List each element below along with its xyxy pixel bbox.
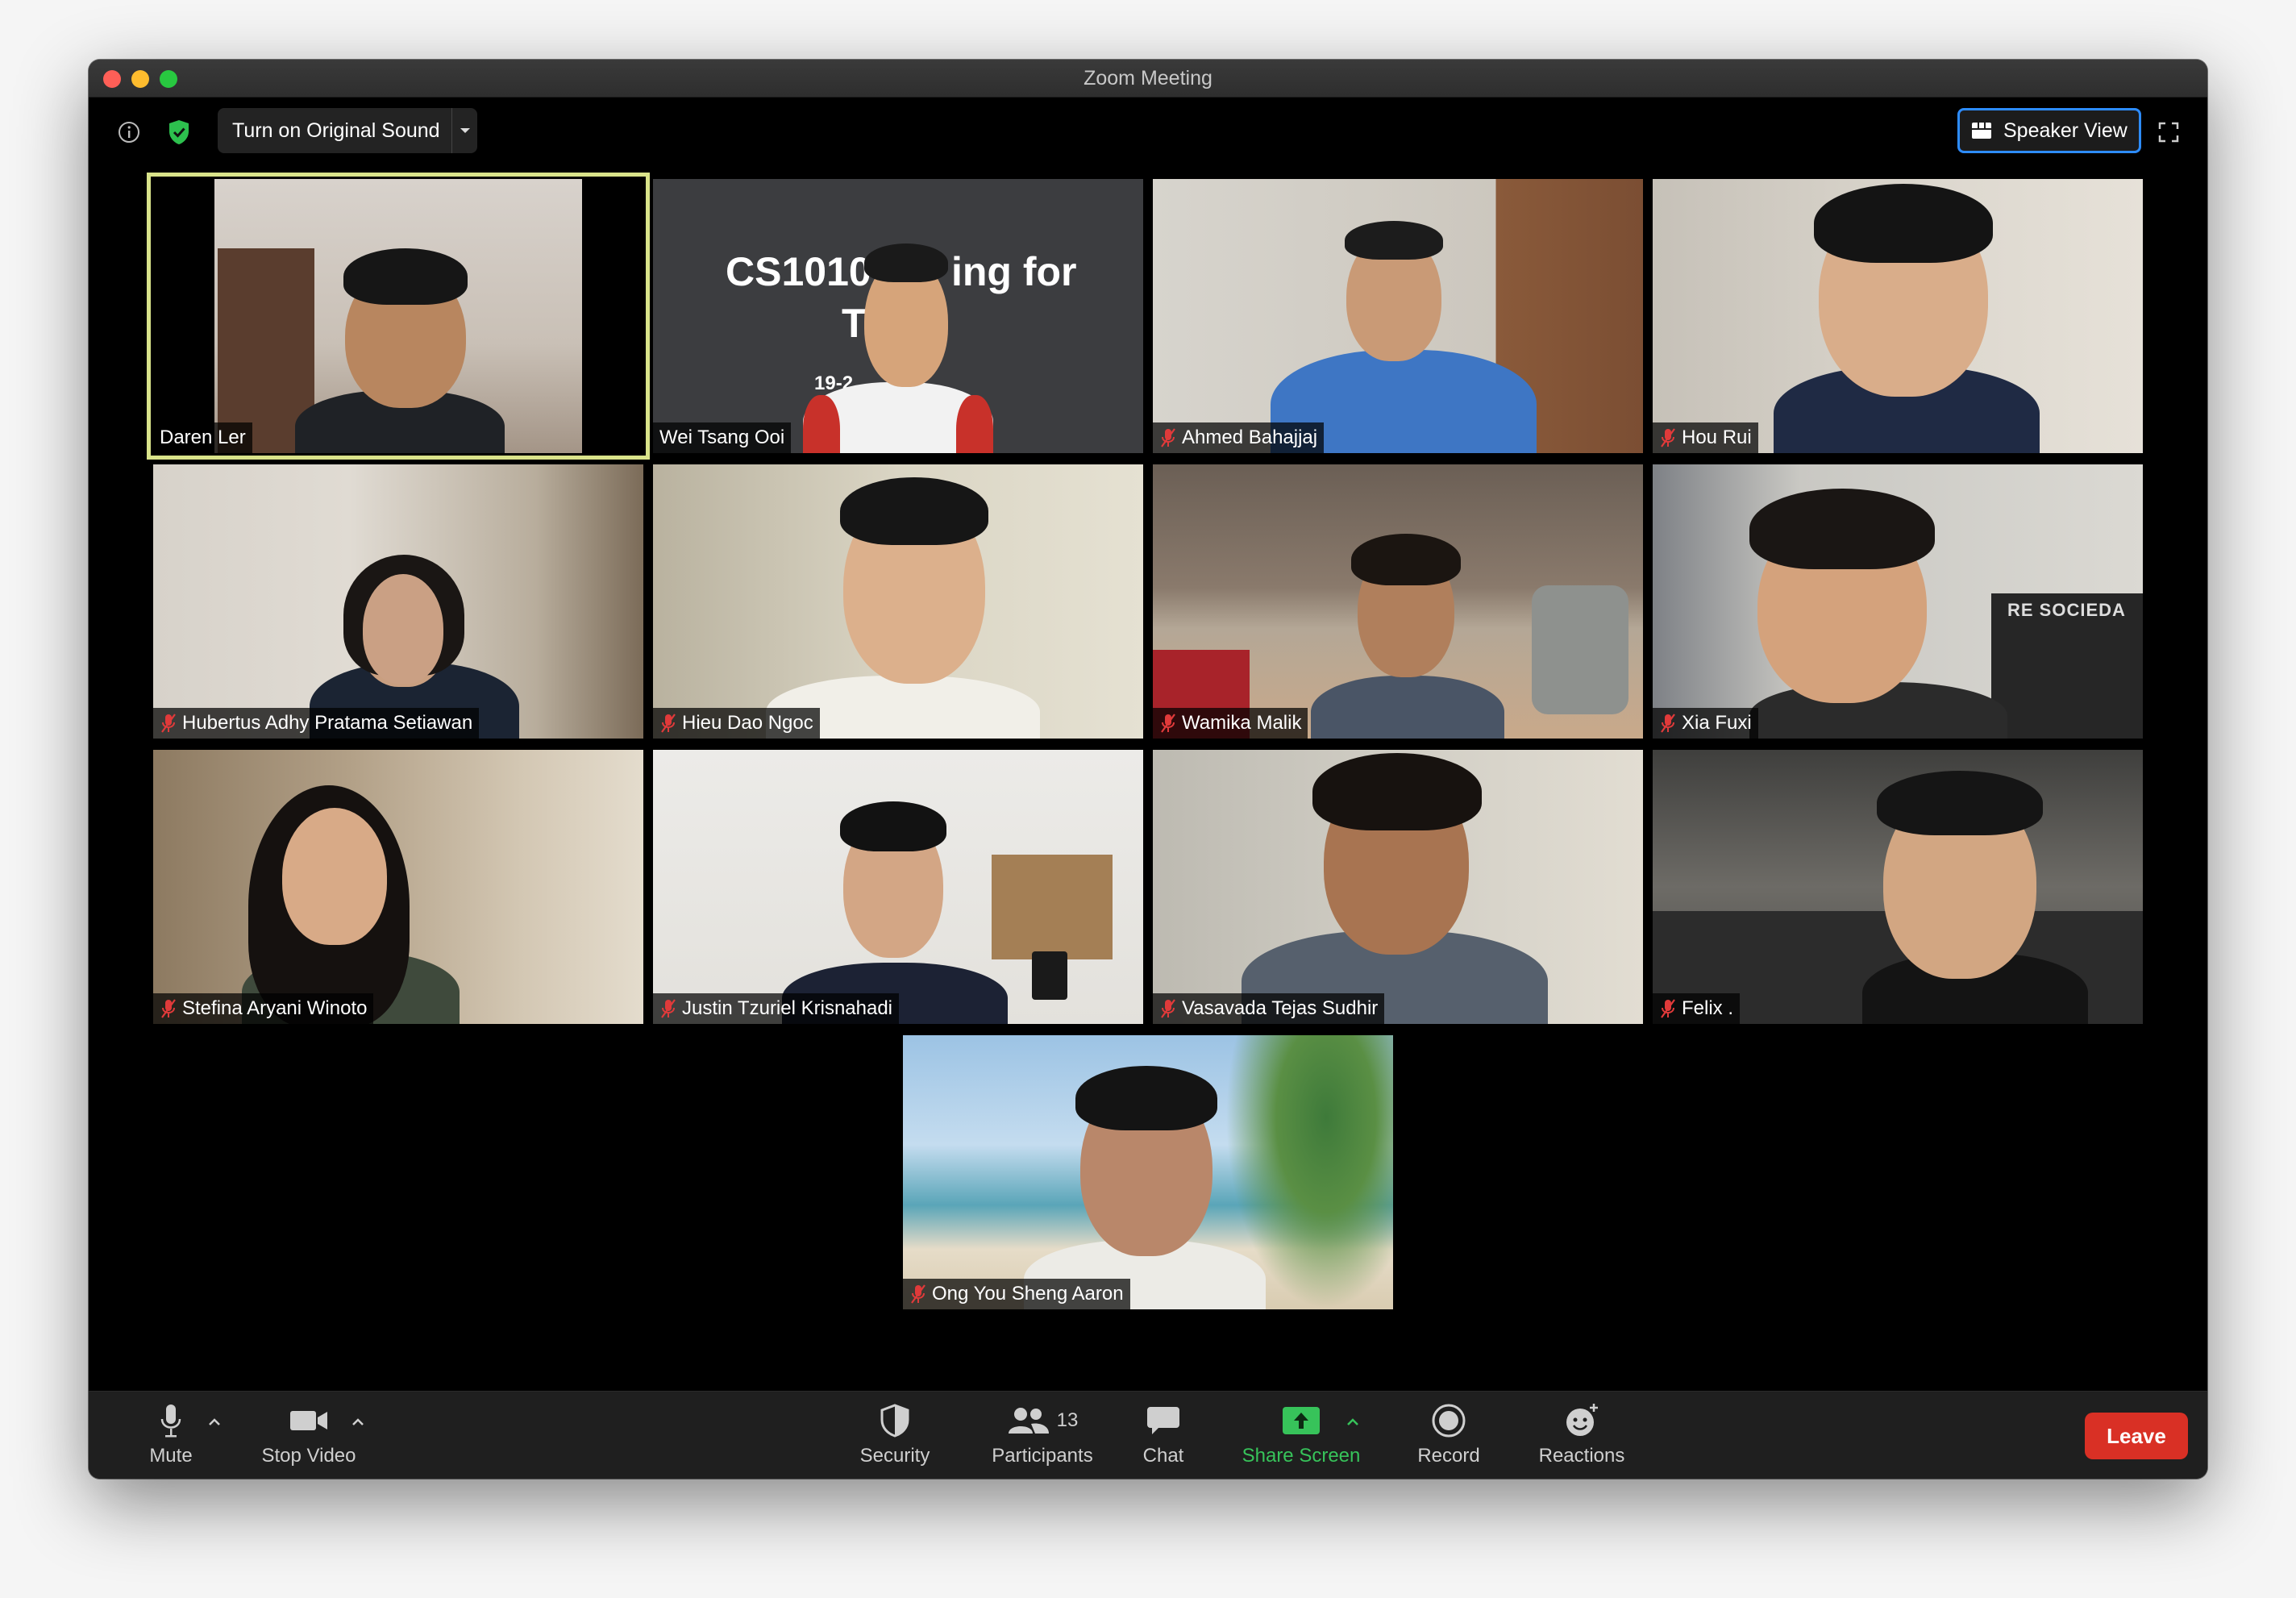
security-button[interactable]: Security [846, 1398, 943, 1467]
chat-bubble-icon [1146, 1398, 1181, 1443]
mute-button[interactable]: Mute [137, 1398, 205, 1467]
muted-mic-icon [1159, 998, 1177, 1019]
participant-tile[interactable]: Wamika Malik [1153, 464, 1643, 739]
meeting-toolbar: Mute Stop Video Security 13 Participants… [89, 1391, 2207, 1479]
participant-name-label: Justin Tzuriel Krisnahadi [653, 993, 900, 1024]
audio-options-caret-icon[interactable] [208, 1416, 221, 1430]
shared-slide-title-right: ing for [951, 249, 1077, 294]
info-icon[interactable] [111, 114, 147, 150]
window-title: Zoom Meeting [1084, 67, 1212, 89]
muted-mic-icon [909, 1284, 927, 1305]
muted-mic-icon [1659, 427, 1677, 448]
participant-tile[interactable]: Daren Ler [147, 173, 650, 460]
chat-button[interactable]: Chat [1127, 1398, 1200, 1467]
participant-tile[interactable]: CS1010 ing for T 19-2 Wei Tsang Ooi [653, 179, 1143, 453]
participant-tile[interactable]: Justin Tzuriel Krisnahadi [653, 750, 1143, 1024]
participant-name-label: Wei Tsang Ooi [653, 422, 792, 453]
participant-name-label: Hou Rui [1653, 422, 1758, 453]
grid-view-icon [1972, 123, 1991, 139]
participant-name-label: Felix . [1653, 993, 1741, 1024]
participant-tile[interactable]: Ong You Sheng Aaron [903, 1035, 1393, 1309]
muted-mic-icon [160, 998, 177, 1019]
participant-tile[interactable]: Ahmed Bahajjaj [1153, 179, 1643, 453]
participant-name-label: Xia Fuxi [1653, 708, 1758, 739]
video-options-caret-icon[interactable] [351, 1416, 364, 1430]
participant-name-label: Vasavada Tejas Sudhir [1153, 993, 1385, 1024]
participant-name-label: Ong You Sheng Aaron [903, 1279, 1130, 1309]
record-button[interactable]: Record [1404, 1398, 1493, 1467]
record-icon [1431, 1398, 1466, 1443]
participant-name-label: Stefina Aryani Winoto [153, 993, 374, 1024]
leave-button[interactable]: Leave [2085, 1413, 2188, 1459]
meeting-top-bar: Turn on Original Sound Speaker View [89, 97, 2207, 169]
microphone-icon [159, 1398, 183, 1443]
share-screen-button[interactable]: Share Screen [1229, 1398, 1374, 1467]
share-screen-icon [1281, 1398, 1321, 1443]
participant-tile[interactable]: Stefina Aryani Winoto [153, 750, 643, 1024]
security-shield-icon [880, 1398, 910, 1443]
participant-tile[interactable]: Felix . [1653, 750, 2143, 1024]
participants-icon [1008, 1408, 1049, 1434]
muted-mic-icon [1159, 427, 1177, 448]
participant-tile[interactable]: Hieu Dao Ngoc [653, 464, 1143, 739]
reactions-smiley-icon [1563, 1398, 1600, 1443]
muted-mic-icon [160, 713, 177, 734]
participant-name-label: Hieu Dao Ngoc [653, 708, 820, 739]
participants-button[interactable]: 13 Participants [966, 1398, 1119, 1467]
speaker-view-label: Speaker View [2003, 119, 2128, 142]
original-sound-dropdown-caret[interactable] [451, 108, 478, 153]
muted-mic-icon [1159, 713, 1177, 734]
participant-tile[interactable]: RE SOCIEDA Xia Fuxi [1653, 464, 2143, 739]
stop-video-button[interactable]: Stop Video [256, 1398, 361, 1467]
shared-slide-title-left: CS1010 [726, 249, 871, 294]
muted-mic-icon [659, 998, 677, 1019]
participant-tile[interactable]: Hubertus Adhy Pratama Setiawan [153, 464, 643, 739]
video-camera-icon [289, 1398, 329, 1443]
original-sound-label: Turn on Original Sound [232, 119, 440, 142]
original-sound-button[interactable]: Turn on Original Sound [218, 108, 477, 153]
title-bar: Zoom Meeting [89, 60, 2207, 98]
participant-name-label: Daren Ler [153, 422, 252, 453]
fullscreen-icon[interactable] [2152, 116, 2185, 148]
participant-name-label: Wamika Malik [1153, 708, 1308, 739]
zoom-window: Zoom Meeting Turn on Original Sound Spea… [89, 60, 2207, 1479]
speaker-view-button[interactable]: Speaker View [1957, 108, 2141, 153]
participants-count: 13 [1056, 1409, 1079, 1431]
background-chair-text: RE SOCIEDA [2007, 600, 2126, 620]
participant-tile[interactable]: Hou Rui [1653, 179, 2143, 453]
muted-mic-icon [1659, 713, 1677, 734]
participant-name-label: Hubertus Adhy Pratama Setiawan [153, 708, 480, 739]
muted-mic-icon [1659, 998, 1677, 1019]
encryption-shield-icon[interactable] [161, 114, 197, 150]
reactions-button[interactable]: Reactions [1525, 1398, 1638, 1467]
shared-slide-line2: T [842, 301, 867, 346]
participant-tile[interactable]: Vasavada Tejas Sudhir [1153, 750, 1643, 1024]
participant-name-label: Ahmed Bahajjaj [1153, 422, 1325, 453]
muted-mic-icon [659, 713, 677, 734]
share-options-caret-icon[interactable] [1346, 1416, 1359, 1430]
